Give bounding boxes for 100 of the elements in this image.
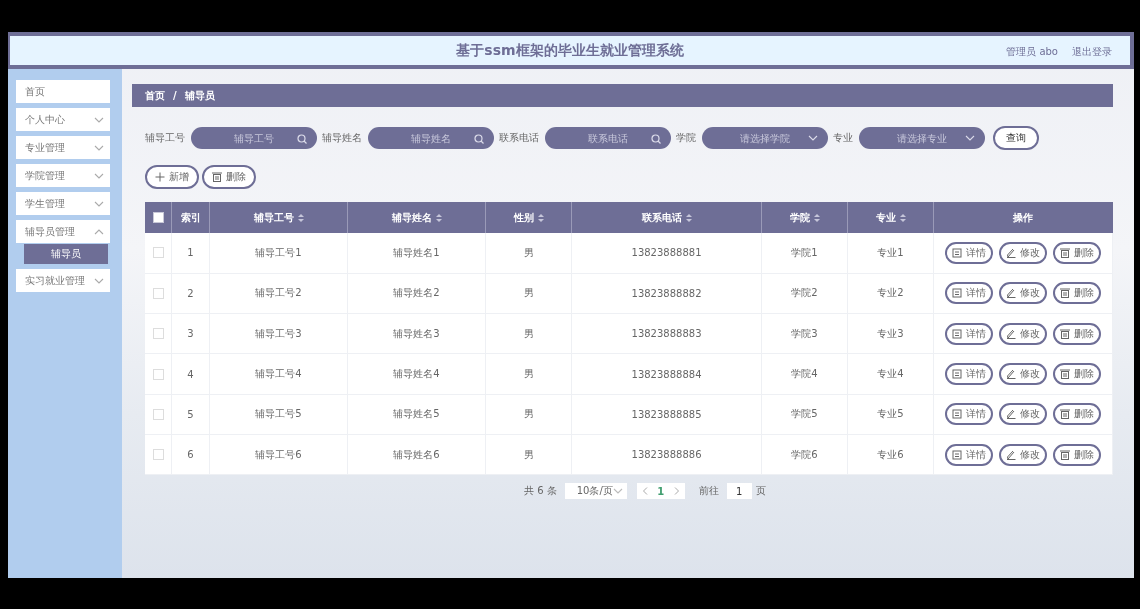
row-checkbox[interactable]: [152, 287, 164, 299]
pencil-icon: [1006, 369, 1016, 380]
sidebar-item[interactable]: 实习就业管理: [16, 269, 110, 292]
table-cell: 辅导工号6: [209, 434, 348, 475]
next-icon: [673, 487, 680, 496]
chevron-icon: [965, 134, 975, 142]
column-header[interactable]: 专业: [847, 202, 934, 233]
pencil-icon: [1006, 449, 1016, 460]
select-field[interactable]: 请选择专业: [859, 127, 985, 149]
edit-button[interactable]: 修改: [999, 403, 1047, 426]
table-cell: 专业3: [847, 313, 934, 354]
column-header[interactable]: 学院: [761, 202, 848, 233]
document-icon: [952, 409, 962, 420]
sort-icon: [813, 213, 820, 222]
delete-button[interactable]: 删除: [1053, 241, 1101, 264]
table-cell: 4: [171, 353, 210, 395]
detail-button[interactable]: 详情: [945, 322, 993, 345]
column-header[interactable]: 联系电话: [571, 202, 762, 233]
table-cell: 专业1: [847, 233, 934, 274]
sidebar-item[interactable]: 辅导员管理: [16, 220, 110, 243]
row-checkbox[interactable]: [152, 247, 164, 259]
table-cell: 1: [171, 233, 210, 274]
search-field[interactable]: 辅导工号: [191, 127, 317, 149]
select-all-checkbox[interactable]: [152, 212, 164, 223]
delete-button[interactable]: 删除: [1053, 443, 1101, 466]
pencil-icon: [1006, 247, 1016, 258]
row-checkbox[interactable]: [152, 368, 164, 380]
table-cell: 专业5: [847, 394, 934, 435]
page-size-select[interactable]: 10条/页: [564, 483, 627, 500]
add-button[interactable]: 新增: [145, 165, 199, 189]
page-number[interactable]: 1: [657, 485, 665, 497]
delete-button[interactable]: 删除: [1053, 322, 1101, 345]
search-icon: [651, 134, 661, 144]
edit-button[interactable]: 修改: [999, 322, 1047, 345]
select-field[interactable]: 请选择学院: [702, 127, 828, 149]
column-header[interactable]: 操作: [933, 202, 1113, 233]
user-label: 管理员 abo: [1006, 45, 1058, 59]
delete-button[interactable]: 删除: [1053, 282, 1101, 305]
plus-icon: [155, 172, 165, 182]
document-icon: [952, 247, 962, 258]
chevron-icon: [612, 487, 623, 496]
breadcrumb-item[interactable]: 首页: [145, 88, 165, 103]
detail-button[interactable]: 详情: [945, 443, 993, 466]
table-cell: 辅导姓名5: [347, 394, 486, 435]
table-cell: 男: [485, 273, 572, 314]
table-cell: 5: [171, 394, 210, 435]
sidebar-item[interactable]: 学院管理: [16, 164, 110, 187]
table-cell: 辅导工号3: [209, 313, 348, 354]
logout-link[interactable]: 退出登录: [1072, 45, 1112, 59]
sidebar-item[interactable]: 首页: [16, 80, 110, 103]
search-icon: [474, 134, 484, 144]
breadcrumb-item[interactable]: 辅导员: [184, 88, 215, 103]
column-header[interactable]: 性别: [485, 202, 572, 233]
page-input[interactable]: 1: [726, 483, 752, 500]
row-checkbox[interactable]: [152, 328, 164, 340]
delete-button[interactable]: 删除: [1053, 403, 1101, 426]
sidebar-item[interactable]: 专业管理: [16, 136, 110, 159]
edit-button[interactable]: 修改: [999, 363, 1047, 386]
search-field[interactable]: 辅导姓名: [368, 127, 494, 149]
sidebar-item[interactable]: 学生管理: [16, 192, 110, 215]
row-checkbox[interactable]: [152, 449, 164, 461]
search-field[interactable]: 联系电话: [545, 127, 671, 149]
table-cell: 学院1: [761, 233, 848, 274]
table-cell: 辅导姓名2: [347, 273, 486, 314]
trash-icon: [1060, 288, 1070, 299]
table-cell: 学院2: [761, 273, 848, 314]
trash-icon: [1060, 449, 1070, 460]
trash-icon: [1060, 328, 1070, 339]
trash-icon: [1060, 409, 1070, 420]
column-header[interactable]: 辅导工号: [209, 202, 348, 233]
sidebar-subitem[interactable]: 辅导员: [24, 244, 108, 264]
document-icon: [952, 288, 962, 299]
trash-icon: [212, 172, 222, 182]
detail-button[interactable]: 详情: [945, 363, 993, 386]
filter-label: 专业: [833, 131, 853, 145]
table-cell: 13823888881: [571, 233, 762, 274]
edit-button[interactable]: 修改: [999, 282, 1047, 305]
table-cell: 学院5: [761, 394, 848, 435]
document-icon: [952, 369, 962, 380]
row-checkbox[interactable]: [152, 408, 164, 420]
trash-icon: [1060, 247, 1070, 258]
edit-button[interactable]: 修改: [999, 241, 1047, 264]
query-button[interactable]: 查询: [993, 126, 1039, 150]
total-count: 共 6 条: [524, 484, 557, 499]
detail-button[interactable]: 详情: [945, 403, 993, 426]
document-icon: [952, 449, 962, 460]
column-header[interactable]: 辅导姓名: [347, 202, 486, 233]
delete-button[interactable]: 删除: [202, 165, 256, 189]
detail-button[interactable]: 详情: [945, 241, 993, 264]
detail-button[interactable]: 详情: [945, 282, 993, 305]
delete-button[interactable]: 删除: [1053, 363, 1101, 386]
table-cell: 学院6: [761, 434, 848, 475]
sidebar-item[interactable]: 个人中心: [16, 108, 110, 131]
table-cell: 学院4: [761, 353, 848, 395]
table-cell: 13823888883: [571, 313, 762, 354]
edit-button[interactable]: 修改: [999, 443, 1047, 466]
table-cell: 辅导工号5: [209, 394, 348, 435]
table-cell: 男: [485, 353, 572, 395]
sort-icon: [899, 213, 906, 222]
column-header[interactable]: 索引: [171, 202, 210, 233]
